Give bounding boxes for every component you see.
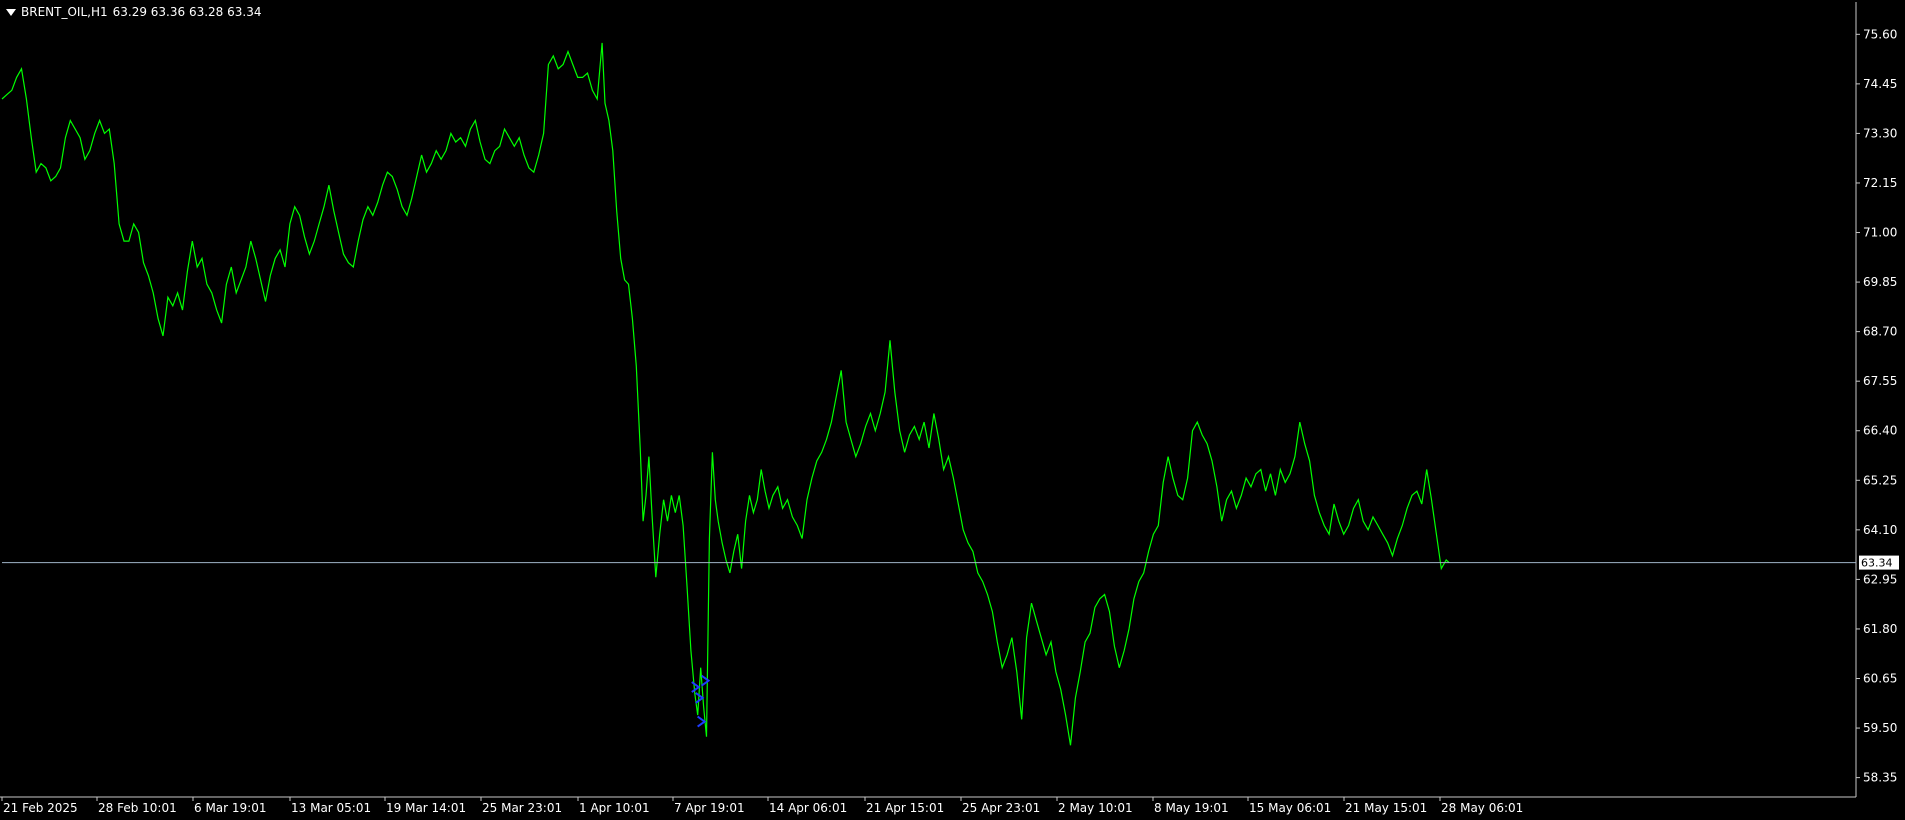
x-axis-tick-label: 14 Apr 06:01	[769, 801, 847, 815]
y-axis-tick-label: 66.40	[1863, 424, 1897, 438]
x-axis-tick-label: 28 May 06:01	[1441, 801, 1523, 815]
y-axis-tick-label: 65.25	[1863, 473, 1897, 487]
y-axis-tick-label: 71.00	[1863, 226, 1897, 240]
symbol-header[interactable]: BRENT_OIL,H1 63.29 63.36 63.28 63.34	[6, 4, 261, 20]
price-chart[interactable]: 63.34 75.60 74.45 73.30 72.15 71.00 69.85 68.7…	[0, 0, 1905, 820]
x-axis-tick-label: 7 Apr 19:01	[674, 801, 745, 815]
y-axis-tick-label: 68.70	[1863, 325, 1897, 339]
x-axis-tick-label: 25 Mar 23:01	[482, 801, 562, 815]
x-axis-tick-label: 13 Mar 05:01	[291, 801, 371, 815]
y-axis-tick-label: 59.50	[1863, 721, 1897, 735]
x-axis-tick-label: 21 Apr 15:01	[866, 801, 944, 815]
y-axis-tick-label: 58.35	[1863, 771, 1897, 785]
x-axis-tick-label: 8 May 19:01	[1154, 801, 1229, 815]
y-axis-tick-label: 62.95	[1863, 572, 1897, 586]
chart-root: BRENT_OIL,H1 63.29 63.36 63.28 63.34 63.…	[0, 0, 1905, 820]
x-axis-tick-label: 19 Mar 14:01	[386, 801, 466, 815]
y-axis-tick-label: 72.15	[1863, 176, 1897, 190]
current-price-label: 63.34	[1861, 557, 1893, 570]
y-axis-tick-label: 74.45	[1863, 77, 1897, 91]
x-axis-tick-label: 15 May 06:01	[1249, 801, 1331, 815]
y-axis-tick-label: 73.30	[1863, 126, 1897, 140]
y-axis-tick-label: 69.85	[1863, 275, 1897, 289]
x-axis-tick-label: 1 Apr 10:01	[579, 801, 650, 815]
x-axis-tick-label: 28 Feb 10:01	[98, 801, 177, 815]
chart-background	[0, 0, 1905, 820]
quote-values: 63.29 63.36 63.28 63.34	[112, 5, 262, 19]
y-axis-tick-label: 61.80	[1863, 622, 1897, 636]
x-axis-tick-label: 21 Feb 2025	[3, 801, 78, 815]
symbol-label: BRENT_OIL,H1	[21, 5, 108, 19]
x-axis-tick-label: 21 May 15:01	[1345, 801, 1427, 815]
x-axis-tick-label: 6 Mar 19:01	[194, 801, 267, 815]
y-axis-tick-label: 64.10	[1863, 523, 1897, 537]
y-axis-tick-label: 60.65	[1863, 672, 1897, 686]
triangle-down-icon[interactable]	[6, 8, 16, 16]
y-axis-tick-label: 67.55	[1863, 374, 1897, 388]
x-axis-tick-label: 25 Apr 23:01	[962, 801, 1040, 815]
y-axis-tick-label: 75.60	[1863, 27, 1897, 41]
x-axis-tick-label: 2 May 10:01	[1058, 801, 1133, 815]
